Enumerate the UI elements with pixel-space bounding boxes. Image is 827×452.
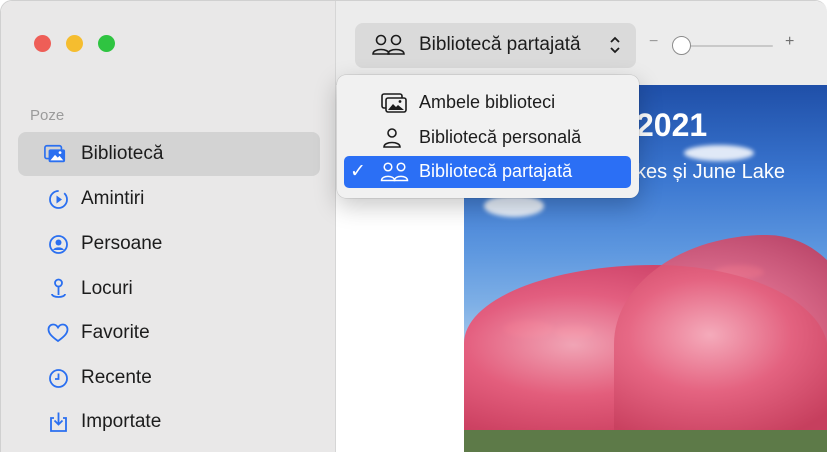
import-icon <box>47 411 69 433</box>
shared-people-icon <box>371 33 407 57</box>
sidebar-item-memories[interactable]: Amintiri <box>18 177 320 221</box>
memories-icon <box>47 188 69 210</box>
menu-item-both-libraries[interactable]: Ambele biblioteci <box>344 87 631 119</box>
person-icon <box>380 127 410 149</box>
sidebar-item-label: Favorite <box>81 322 150 343</box>
sidebar-item-label: Locuri <box>81 278 133 299</box>
zoom-out-button[interactable]: − <box>649 33 658 51</box>
shared-people-icon <box>380 161 410 183</box>
memory-subtitle: kes și June Lake <box>636 161 785 183</box>
menu-item-label: Ambele biblioteci <box>419 92 556 112</box>
sidebar-item-label: Recente <box>81 367 152 388</box>
sidebar-item-label: Amintiri <box>81 188 145 209</box>
sidebar-item-label: Bibliotecă <box>81 143 164 164</box>
menu-item-label: Bibliotecă personală <box>419 127 582 147</box>
ground <box>464 430 827 452</box>
menu-item-personal-library[interactable]: Bibliotecă personală <box>344 122 631 154</box>
cloud <box>484 195 544 217</box>
menu-item-shared-library[interactable]: ✓ Bibliotecă partajată <box>344 156 631 188</box>
minimize-button[interactable] <box>66 35 83 52</box>
library-selector-label: Bibliotecă partajată <box>419 34 581 55</box>
zoom-slider-knob[interactable] <box>672 36 691 55</box>
zoom-in-button[interactable]: + <box>785 33 794 51</box>
cloud <box>684 145 754 161</box>
zoom-slider[interactable] <box>677 45 773 47</box>
sidebar: Poze Bibliotecă Amintiri Persoane Locuri… <box>1 1 336 452</box>
sidebar-item-people[interactable]: Persoane <box>18 222 320 266</box>
heart-icon <box>47 322 69 344</box>
toolbar: Bibliotecă partajată − + <box>336 1 827 85</box>
main-content: Bibliotecă partajată − + 2021 kes și Jun… <box>336 1 827 452</box>
map-pin-icon <box>47 278 69 300</box>
clock-icon <box>47 367 69 389</box>
sidebar-section-title: Poze <box>30 107 65 124</box>
maximize-button[interactable] <box>98 35 115 52</box>
sidebar-item-places[interactable]: Locuri <box>18 267 320 311</box>
close-button[interactable] <box>34 35 51 52</box>
person-circle-icon <box>47 233 69 255</box>
sidebar-item-imports[interactable]: Importate <box>18 400 320 444</box>
library-selector[interactable]: Bibliotecă partajată <box>355 23 636 68</box>
photo-library-icon <box>380 92 410 114</box>
sidebar-item-library[interactable]: Bibliotecă <box>18 132 320 176</box>
chevron-up-down-icon <box>609 34 621 56</box>
sidebar-item-recents[interactable]: Recente <box>18 356 320 400</box>
sidebar-item-label: Importate <box>81 411 162 432</box>
photo-library-icon <box>44 143 66 165</box>
photos-window: Poze Bibliotecă Amintiri Persoane Locuri… <box>0 0 827 452</box>
checkmark-icon: ✓ <box>350 161 366 182</box>
sidebar-item-label: Persoane <box>81 233 163 254</box>
memory-title: 2021 <box>636 107 708 143</box>
sidebar-item-favorites[interactable]: Favorite <box>18 311 320 355</box>
menu-item-label: Bibliotecă partajată <box>419 161 573 181</box>
library-menu: Ambele biblioteci Bibliotecă personală ✓… <box>337 75 639 198</box>
